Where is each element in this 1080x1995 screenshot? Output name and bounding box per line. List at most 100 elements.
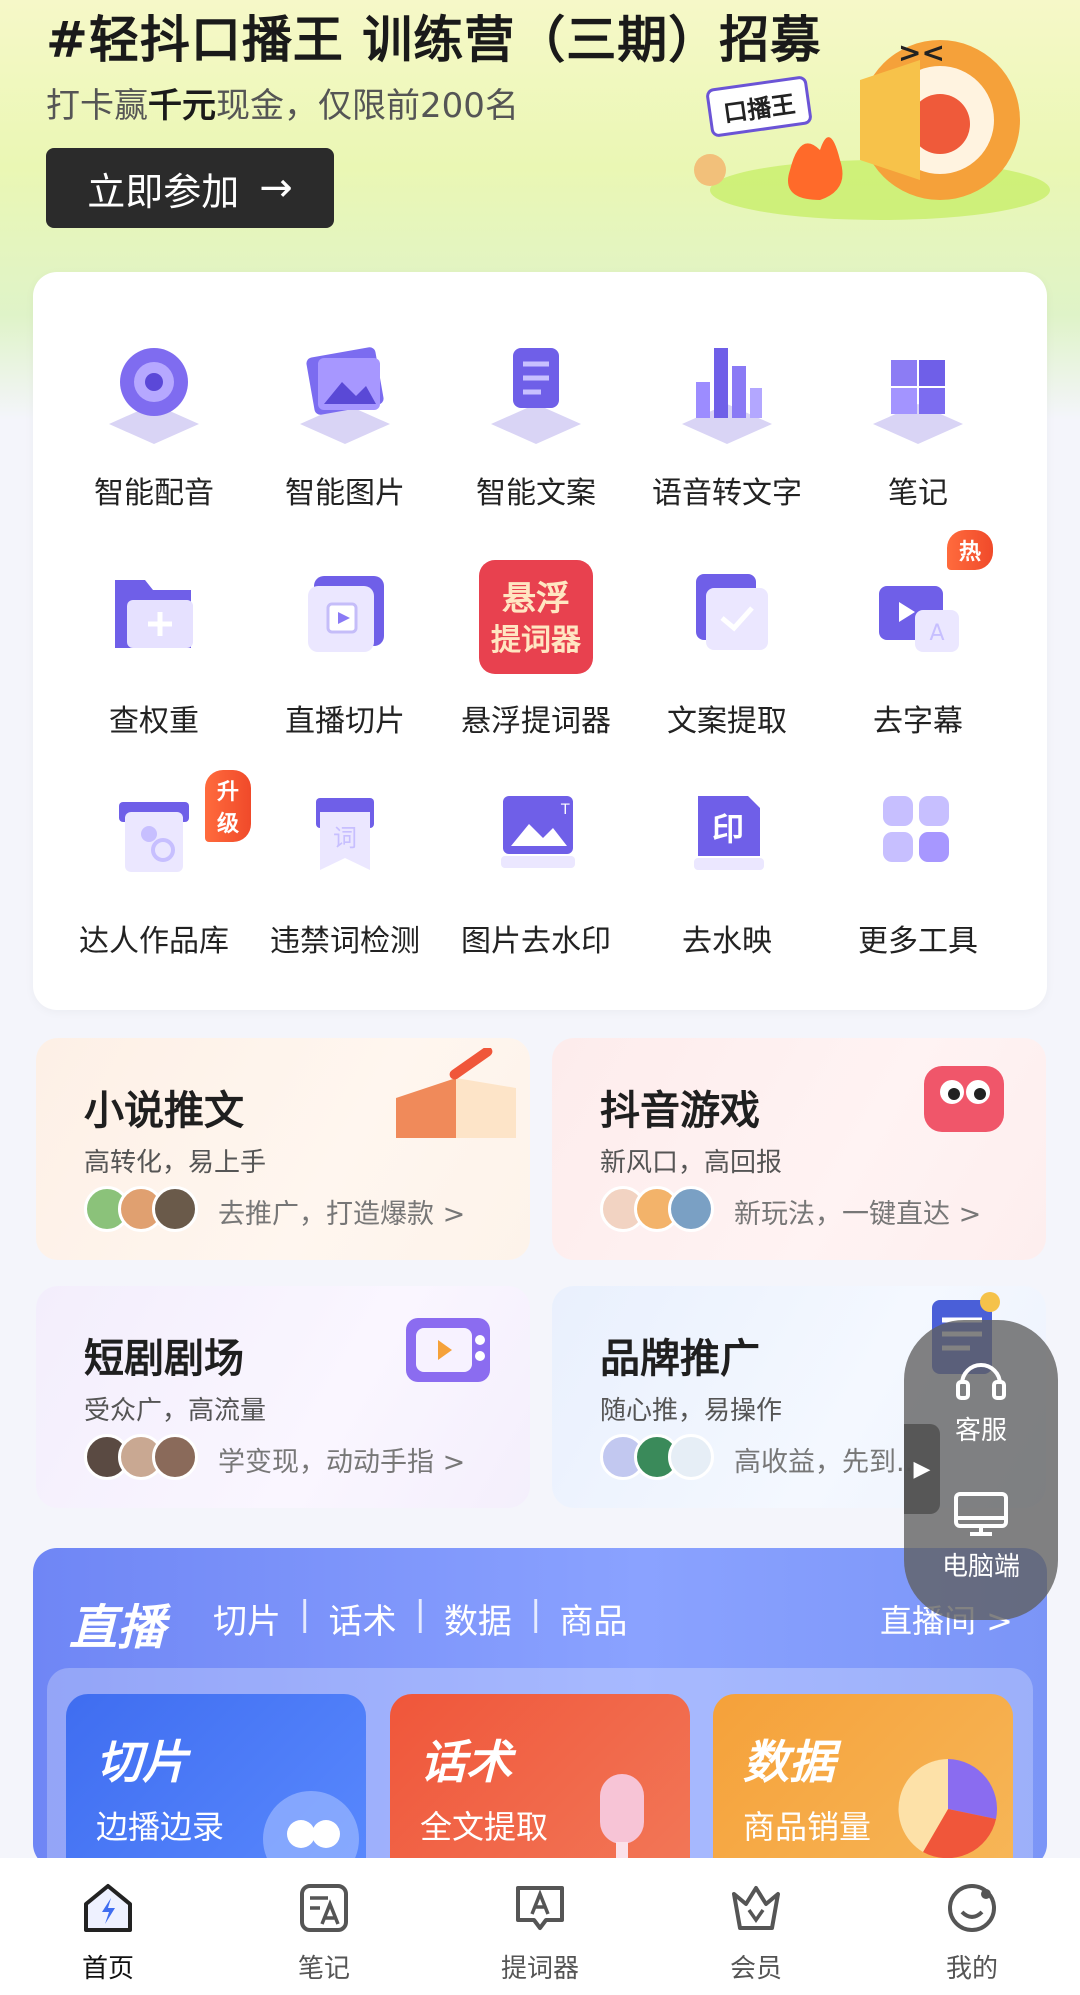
live-tabs: 切片 | 话术 | 数据 | 商品 bbox=[213, 1594, 627, 1643]
category-card-short-drama[interactable]: 短剧剧场 受众广，高流量 学变现，动动手指 > bbox=[36, 1286, 530, 1508]
category-subtitle: 随心推，易操作 bbox=[600, 1396, 783, 1426]
tool-label: 去水映 bbox=[682, 924, 772, 959]
svg-text:T: T bbox=[560, 802, 570, 818]
tool-smart-image[interactable]: 智能图片 bbox=[250, 324, 440, 512]
book-illustration bbox=[396, 1048, 516, 1138]
tool-label: 达人作品库 bbox=[79, 924, 229, 959]
check-doc-icon bbox=[662, 552, 792, 682]
tool-smart-copy[interactable]: 智能文案 bbox=[441, 324, 631, 512]
monitor-icon bbox=[954, 1492, 1008, 1536]
nav-prompter[interactable]: 提词器 bbox=[432, 1858, 648, 1995]
tool-copy-extract[interactable]: 文案提取 bbox=[632, 552, 822, 740]
nav-profile[interactable]: 我的 bbox=[864, 1858, 1080, 1995]
svg-text:><: >< bbox=[898, 36, 945, 69]
library-icon bbox=[89, 772, 219, 902]
image-icon bbox=[280, 324, 410, 454]
svg-text:A: A bbox=[929, 621, 944, 646]
game-mascot-illustration bbox=[924, 1066, 1004, 1132]
category-cta: 去推广，打造爆款 > bbox=[218, 1199, 466, 1230]
tool-label: 悬浮提词器 bbox=[461, 704, 611, 739]
tool-banned-word-check[interactable]: 词 违禁词检测 bbox=[250, 772, 440, 960]
live-tab-clips[interactable]: 切片 bbox=[213, 1594, 281, 1643]
hot-tag: 热 bbox=[947, 530, 994, 570]
word-check-icon: 词 bbox=[280, 772, 410, 902]
profile-icon bbox=[948, 1884, 996, 1932]
tool-label: 查权重 bbox=[109, 704, 199, 739]
nav-label: 笔记 bbox=[297, 1954, 350, 1984]
caret-right-icon: ▶ bbox=[913, 1456, 931, 1482]
crown-icon bbox=[732, 1886, 780, 1930]
avatar-group bbox=[84, 1186, 198, 1232]
folder-icon bbox=[89, 552, 219, 682]
bottom-nav: 首页 笔记 提词器 会员 我的 bbox=[0, 1858, 1080, 1995]
category-card-douyin-game[interactable]: 抖音游戏 新风口，高回报 新玩法，一键直达 > bbox=[552, 1038, 1046, 1260]
category-cta: 学变现，动动手指 > bbox=[218, 1447, 466, 1478]
tv-illustration bbox=[406, 1318, 490, 1382]
speaker-icon bbox=[89, 324, 219, 454]
live-tab-data[interactable]: 数据 bbox=[444, 1594, 512, 1643]
nav-notes[interactable]: 笔记 bbox=[216, 1858, 432, 1995]
pen-icon bbox=[471, 324, 601, 454]
nav-home[interactable]: 首页 bbox=[0, 1858, 216, 1995]
tool-label: 去字幕 bbox=[873, 704, 963, 739]
tool-notes[interactable]: 笔记 bbox=[823, 324, 1013, 512]
tool-remove-image-watermark[interactable]: T 图片去水印 bbox=[441, 772, 631, 960]
category-cta: 高收益，先到... bbox=[734, 1447, 922, 1478]
divider: | bbox=[414, 1594, 426, 1634]
tool-remove-reflection[interactable]: 印 去水映 bbox=[632, 772, 822, 960]
tool-label: 语音转文字 bbox=[652, 476, 802, 511]
nav-label: 我的 bbox=[945, 1954, 998, 1984]
divider: | bbox=[529, 1594, 542, 1634]
category-subtitle: 高转化，易上手 bbox=[84, 1148, 267, 1178]
tool-creator-library[interactable]: 达人作品库 升级 bbox=[59, 770, 252, 960]
tool-label: 违禁词检测 bbox=[270, 924, 420, 959]
tool-floating-prompter[interactable]: 悬浮 提词器 悬浮提词器 bbox=[441, 552, 631, 740]
tool-label: 智能图片 bbox=[285, 476, 405, 511]
category-title: 品牌推广 bbox=[600, 1336, 760, 1382]
tool-smart-voice[interactable]: 智能配音 bbox=[59, 324, 249, 512]
avatar-group bbox=[600, 1434, 714, 1480]
tool-speech-to-text[interactable]: 语音转文字 bbox=[632, 324, 822, 512]
arrow-right-icon: → bbox=[259, 165, 293, 211]
stamp-icon-text: 印 bbox=[712, 810, 744, 848]
tool-label: 图片去水印 bbox=[461, 924, 611, 959]
prompter-icon-text-top: 悬浮 bbox=[502, 579, 570, 619]
cubes-icon bbox=[853, 324, 983, 454]
live-card-subtitle: 全文提取 bbox=[420, 1808, 549, 1846]
pie-chart-illustration bbox=[898, 1759, 998, 1859]
collapse-handle[interactable]: ▶ bbox=[904, 1424, 940, 1514]
banner-subtitle-suffix: 现金，仅限前200名 bbox=[216, 86, 519, 126]
live-card-title: 数据 bbox=[743, 1735, 835, 1789]
category-card-novel[interactable]: 小说推文 高转化，易上手 去推广，打造爆款 > bbox=[36, 1038, 530, 1260]
nav-label: 首页 bbox=[81, 1954, 134, 1984]
divider: | bbox=[299, 1594, 311, 1634]
prompter-icon: 悬浮 提词器 bbox=[471, 552, 601, 682]
live-card-title: 话术 bbox=[420, 1735, 512, 1789]
note-icon bbox=[300, 1884, 348, 1932]
word-check-icon-text: 词 bbox=[333, 824, 357, 852]
live-card-subtitle: 商品销量 bbox=[743, 1808, 872, 1846]
tool-label: 智能文案 bbox=[476, 476, 596, 511]
avatar bbox=[152, 1434, 198, 1480]
nav-membership[interactable]: 会员 bbox=[648, 1858, 864, 1995]
tool-live-clips[interactable]: 直播切片 bbox=[250, 552, 440, 740]
live-card-title: 切片 bbox=[96, 1735, 188, 1789]
live-tab-scripts[interactable]: 话术 bbox=[328, 1594, 396, 1643]
tool-remove-subtitle[interactable]: A 去字幕 热 bbox=[823, 530, 1013, 740]
tool-label: 直播切片 bbox=[285, 704, 405, 739]
grid-icon bbox=[853, 772, 983, 902]
stamp-icon: 印 bbox=[662, 772, 792, 902]
tool-more[interactable]: 更多工具 bbox=[823, 772, 1013, 960]
live-tab-products[interactable]: 商品 bbox=[559, 1594, 627, 1643]
tool-label: 智能配音 bbox=[94, 476, 214, 511]
tool-check-weight[interactable]: 查权重 bbox=[59, 552, 249, 740]
upgrade-tag: 升级 bbox=[205, 770, 252, 842]
join-button[interactable]: 立即参加 → bbox=[46, 148, 334, 228]
banner-subtitle: 打卡赢千元现金，仅限前200名 bbox=[46, 78, 519, 127]
banner-subtitle-bold: 千元 bbox=[148, 86, 216, 126]
category-subtitle: 新风口，高回报 bbox=[600, 1148, 783, 1178]
nav-label: 提词器 bbox=[500, 1954, 579, 1984]
category-title: 短剧剧场 bbox=[84, 1336, 244, 1382]
audio-bars-icon bbox=[662, 324, 792, 454]
megaphone-mascot-illustration: >< bbox=[694, 36, 1050, 220]
